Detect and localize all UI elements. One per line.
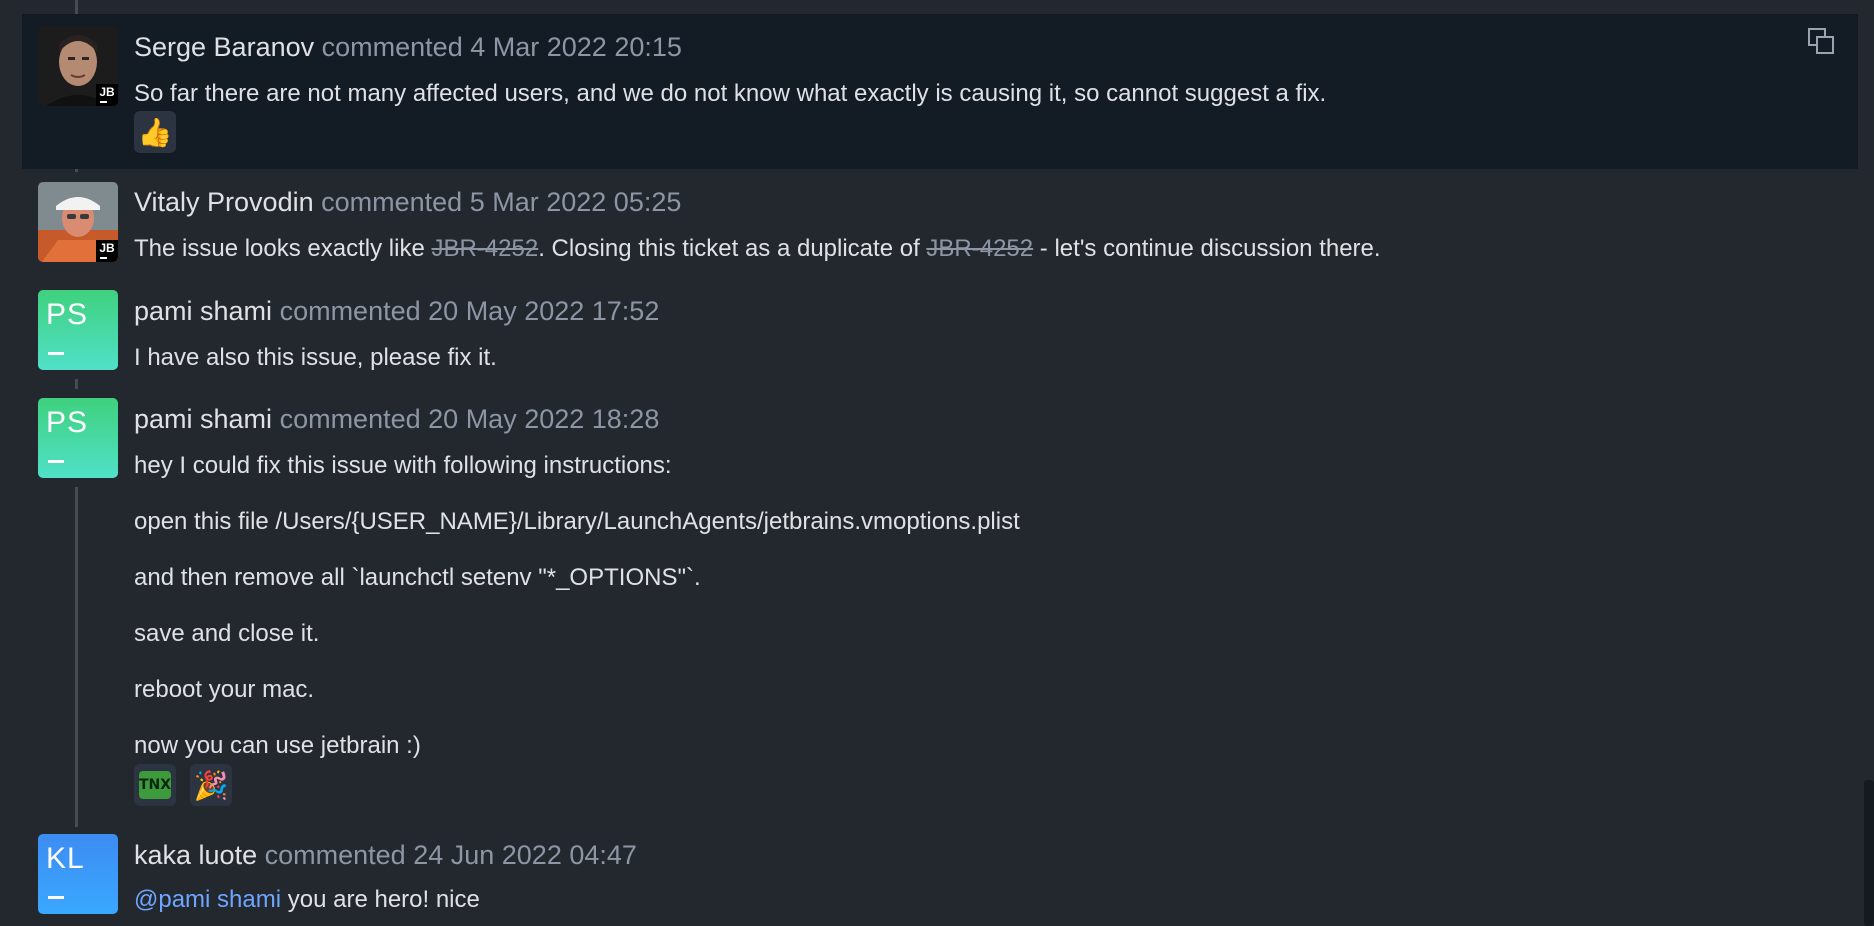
jb-badge: JB	[96, 84, 118, 106]
text-segment: The issue looks exactly like	[134, 235, 432, 262]
text-segment: . Closing this ticket as a duplicate of	[538, 235, 927, 262]
avatar[interactable]: JB	[38, 26, 118, 106]
comment-text: I have also this issue, please fix it.	[134, 344, 497, 371]
comment-text: open this file /Users/{USER_NAME}/Librar…	[134, 508, 1020, 535]
comment-date[interactable]: 20 May 2022 18:28	[428, 404, 659, 434]
comment-verb: commented	[321, 32, 463, 62]
jb-badge: JB	[96, 240, 118, 262]
tnx-icon: TNX	[139, 771, 171, 799]
avatar-dash	[48, 896, 64, 899]
comment-verb: commented	[279, 296, 421, 326]
scrollbar[interactable]	[1864, 780, 1874, 926]
comment-verb: commented	[321, 187, 463, 217]
comment-feed: JB Serge Baranov commented 4 Mar 2022 20…	[0, 0, 1874, 926]
thumbs-up-icon: 👍	[137, 116, 173, 148]
comment-text: The issue looks exactly like JBR-4252. C…	[134, 235, 1381, 263]
avatar[interactable]: PS	[38, 290, 118, 370]
comment-verb: commented	[279, 404, 421, 434]
issue-link[interactable]: JBR-4252	[431, 235, 538, 262]
comment-text: save and close it.	[134, 620, 320, 647]
timeline-line	[75, 0, 78, 14]
author-name[interactable]: pami shami	[134, 404, 272, 434]
comment-text: hey I could fix this issue with followin…	[134, 452, 672, 479]
comment-text: @pami shami you are hero! nice	[134, 886, 480, 914]
comment-text: and then remove all `launchctl setenv "*…	[134, 564, 701, 591]
author-name[interactable]: Serge Baranov	[134, 32, 314, 62]
author-name[interactable]: Vitaly Provodin	[134, 187, 314, 217]
comment-text: So far there are not many affected users…	[134, 80, 1327, 107]
avatar-initials: KL	[46, 842, 85, 875]
reaction-party[interactable]: 🎉	[190, 764, 232, 806]
party-popper-icon: 🎉	[193, 769, 229, 801]
text-segment: - let's continue discussion there.	[1033, 235, 1381, 262]
avatar-initials: PS	[46, 298, 89, 331]
avatar-initials: PS	[46, 406, 89, 439]
user-mention[interactable]: @pami shami	[134, 886, 281, 913]
comment-header: pami shami commented 20 May 2022 17:52	[134, 296, 659, 327]
avatar-dash	[48, 460, 64, 463]
comment-date[interactable]: 20 May 2022 17:52	[428, 296, 659, 326]
reaction-tnx[interactable]: TNX	[134, 764, 176, 806]
comment-text: reboot your mac.	[134, 676, 315, 703]
avatar[interactable]: JB	[38, 182, 118, 262]
comment-header: Serge Baranov commented 4 Mar 2022 20:15	[134, 32, 682, 63]
reaction-thumbs-up[interactable]: 👍	[134, 111, 176, 153]
comment-item: JB Vitaly Provodin commented 5 Mar 2022 …	[22, 169, 1858, 284]
avatar[interactable]: KL	[38, 834, 118, 914]
comment-verb: commented	[264, 840, 406, 870]
avatar-dash	[48, 352, 64, 355]
comment-header: Vitaly Provodin commented 5 Mar 2022 05:…	[134, 187, 681, 218]
text-segment: you are hero! nice	[281, 886, 480, 913]
comment-date[interactable]: 4 Mar 2022 20:15	[470, 32, 682, 62]
comment-date[interactable]: 5 Mar 2022 05:25	[470, 187, 682, 217]
comment-item: KL kaka luote commented 24 Jun 2022 04:4…	[22, 826, 1858, 926]
avatar[interactable]: PS	[38, 398, 118, 478]
author-name[interactable]: kaka luote	[134, 840, 257, 870]
author-name[interactable]: pami shami	[134, 296, 272, 326]
comment-item: PS pami shami commented 20 May 2022 18:2…	[22, 392, 1858, 822]
comment-item: JB Serge Baranov commented 4 Mar 2022 20…	[22, 14, 1858, 169]
comment-header: kaka luote commented 24 Jun 2022 04:47	[134, 840, 637, 871]
copy-link-icon[interactable]	[1806, 26, 1836, 56]
comment-date[interactable]: 24 Jun 2022 04:47	[413, 840, 637, 870]
issue-link[interactable]: JBR-4252	[926, 235, 1033, 262]
comment-header: pami shami commented 20 May 2022 18:28	[134, 404, 659, 435]
comment-item: PS pami shami commented 20 May 2022 17:5…	[22, 284, 1858, 384]
comment-text: now you can use jetbrain :)	[134, 732, 421, 759]
